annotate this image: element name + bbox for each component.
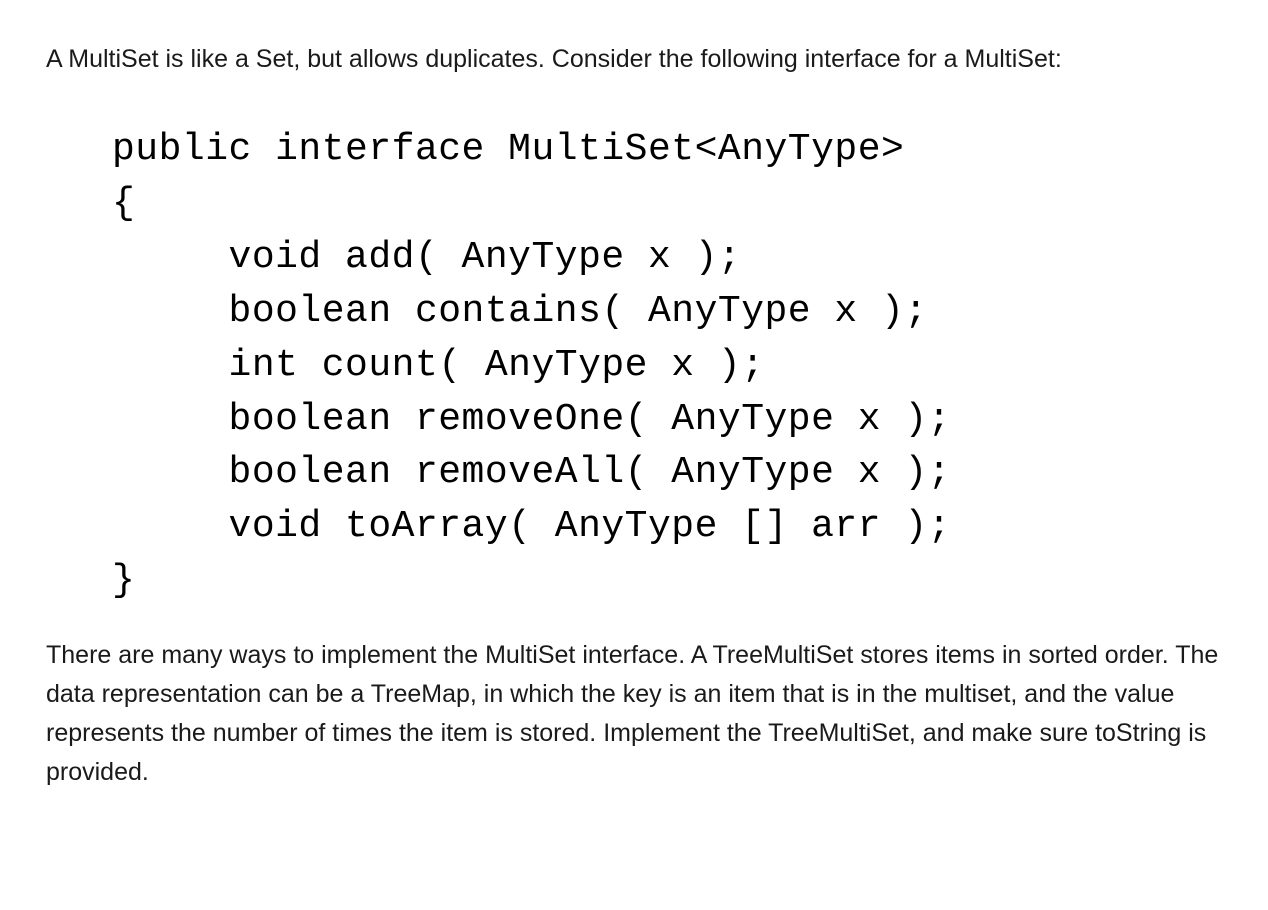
code-line: void add( AnyType x ); bbox=[112, 236, 741, 279]
outro-paragraph: There are many ways to implement the Mul… bbox=[46, 636, 1222, 791]
code-line: boolean removeOne( AnyType x ); bbox=[112, 398, 951, 441]
code-line: { bbox=[112, 182, 135, 225]
code-line: void toArray( AnyType [] arr ); bbox=[112, 505, 951, 548]
code-line: } bbox=[112, 559, 135, 602]
code-snippet: public interface MultiSet<AnyType> { voi… bbox=[112, 123, 1222, 609]
code-line: public interface MultiSet<AnyType> bbox=[112, 128, 904, 171]
intro-paragraph: A MultiSet is like a Set, but allows dup… bbox=[46, 40, 1222, 79]
code-line: boolean removeAll( AnyType x ); bbox=[112, 451, 951, 494]
code-line: int count( AnyType x ); bbox=[112, 344, 765, 387]
code-line: boolean contains( AnyType x ); bbox=[112, 290, 928, 333]
document-page: A MultiSet is like a Set, but allows dup… bbox=[0, 0, 1268, 910]
